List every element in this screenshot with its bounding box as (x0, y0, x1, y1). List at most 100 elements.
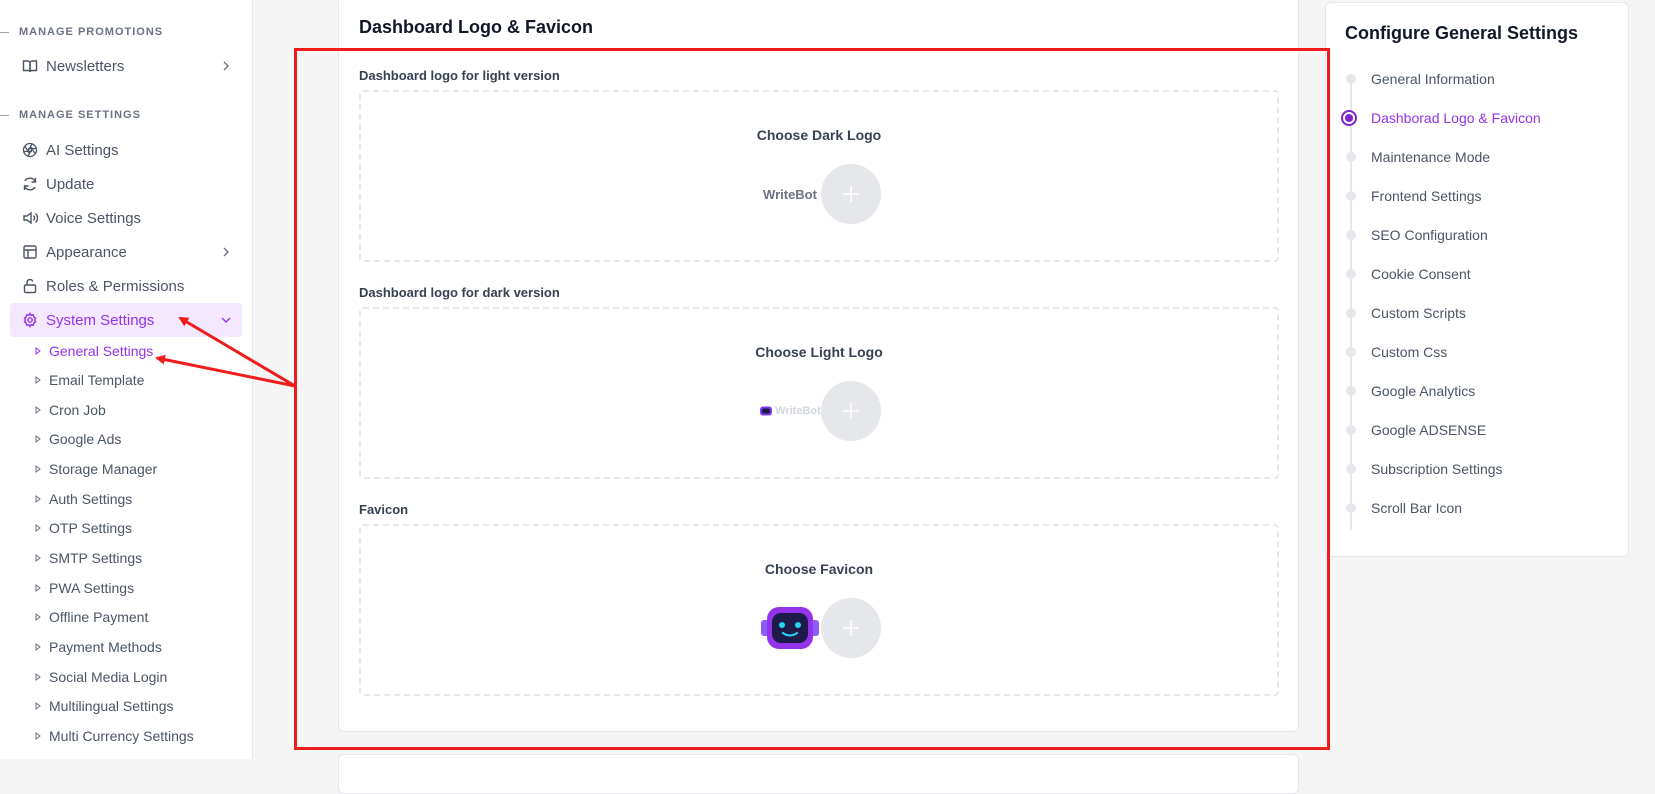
sidebar-subitem-label: General Settings (49, 343, 154, 359)
caret-right-icon (34, 524, 42, 532)
sidebar-subitem-storage-manager[interactable]: Storage Manager (34, 459, 157, 479)
sidebar-item-system-settings[interactable]: System Settings (10, 303, 242, 337)
section-heading-settings: MANAGE SETTINGS (19, 109, 141, 121)
dropzone-dark-logo[interactable]: Choose Dark Logo WriteBot (359, 90, 1279, 262)
sidebar-item-label: System Settings (46, 311, 155, 329)
step-link-subscription-settings[interactable]: Subscription Settings (1371, 459, 1503, 479)
step-link-scroll-bar-icon[interactable]: Scroll Bar Icon (1371, 498, 1462, 518)
refresh-icon (22, 176, 38, 192)
settings-steps-title: Configure General Settings (1345, 23, 1579, 43)
caret-right-icon (34, 643, 42, 651)
sidebar-subitem-label: Social Media Login (49, 669, 168, 685)
sidebar-item-voice-settings[interactable]: Voice Settings (10, 202, 242, 234)
sidebar-subitem-auth-settings[interactable]: Auth Settings (34, 489, 132, 509)
sidebar-subitem-label: Multilingual Settings (49, 698, 174, 714)
unlock-icon (22, 278, 38, 294)
choose-light-logo-label: Choose Light Logo (755, 344, 883, 360)
speaker-icon (22, 210, 38, 226)
step-dot-icon (1346, 464, 1356, 474)
aperture-icon (22, 142, 38, 158)
caret-right-icon (34, 554, 42, 562)
step-dot-icon (1346, 308, 1356, 318)
caret-right-icon (34, 613, 42, 621)
sidebar-item-label: Roles & Permissions (46, 277, 185, 295)
step-link-google-adsense[interactable]: Google ADSENSE (1371, 420, 1486, 440)
chevron-right-icon (220, 246, 232, 258)
step-link-google-analytics[interactable]: Google Analytics (1371, 381, 1475, 401)
caret-right-icon (34, 702, 42, 710)
step-dot-icon (1346, 269, 1356, 279)
sidebar-subitem-label: Google Ads (49, 431, 122, 447)
step-dot-icon (1346, 191, 1356, 201)
step-dot-icon (1346, 347, 1356, 357)
plus-icon (843, 620, 859, 636)
caret-right-icon (34, 584, 42, 592)
light-logo-preview: WriteBot (759, 391, 821, 431)
sidebar-subitem-offline-payment[interactable]: Offline Payment (34, 607, 148, 627)
caret-right-icon (34, 465, 42, 473)
add-light-logo-button[interactable] (821, 381, 881, 441)
step-link-cookie-consent[interactable]: Cookie Consent (1371, 264, 1471, 284)
dark-logo-preview: WriteBot (759, 174, 821, 214)
field-label-light-logo: Dashboard logo for light version (359, 68, 560, 83)
step-link-seo-configuration[interactable]: SEO Configuration (1371, 225, 1488, 245)
section-divider (0, 115, 9, 116)
sidebar-subitem-smtp-settings[interactable]: SMTP Settings (34, 548, 142, 568)
sidebar-item-appearance[interactable]: Appearance (10, 236, 242, 268)
step-dot-icon (1346, 425, 1356, 435)
sidebar-subitem-email-template[interactable]: Email Template (34, 370, 144, 390)
caret-right-icon (34, 406, 42, 414)
step-dot-icon (1346, 152, 1356, 162)
choose-favicon-label: Choose Favicon (764, 561, 874, 577)
sidebar-subitem-general-settings[interactable]: General Settings (34, 341, 153, 361)
plus-icon (843, 403, 859, 419)
chevron-right-icon (220, 60, 232, 72)
dropzone-favicon[interactable]: Choose Favicon (359, 524, 1279, 696)
next-card (338, 754, 1299, 794)
sidebar-subitem-label: SMTP Settings (49, 550, 143, 566)
logo-preview-text: WriteBot (775, 405, 821, 417)
add-favicon-button[interactable] (821, 598, 881, 658)
sidebar-item-label: Update (46, 175, 95, 193)
section-divider (0, 32, 9, 33)
steps-timeline (1350, 78, 1352, 530)
sidebar-item-label: Voice Settings (46, 209, 142, 227)
card-title: Dashboard Logo & Favicon (359, 17, 594, 37)
sidebar-item-ai-settings[interactable]: AI Settings (10, 134, 242, 166)
sidebar-subitem-label: Payment Methods (49, 639, 162, 655)
dropzone-light-logo[interactable]: Choose Light Logo WriteBot (359, 307, 1279, 479)
caret-right-icon (34, 732, 42, 740)
step-link-custom-scripts[interactable]: Custom Scripts (1371, 303, 1466, 323)
sidebar-item-label: AI Settings (46, 141, 119, 159)
add-dark-logo-button[interactable] (821, 164, 881, 224)
caret-right-icon (34, 495, 42, 503)
sidebar-subitem-cron-job[interactable]: Cron Job (34, 400, 106, 420)
sidebar-subitem-otp-settings[interactable]: OTP Settings (34, 518, 132, 538)
step-link-custom-css[interactable]: Custom Css (1371, 342, 1447, 362)
step-dot-icon (1346, 503, 1356, 513)
step-link-maintenance-mode[interactable]: Maintenance Mode (1371, 147, 1490, 167)
sidebar-subitem-label: Cron Job (49, 402, 106, 418)
sidebar-item-label: Newsletters (46, 57, 125, 75)
sidebar-subitem-multilingual-settings[interactable]: Multilingual Settings (34, 696, 174, 716)
sidebar-subitem-social-media-login[interactable]: Social Media Login (34, 667, 167, 687)
sidebar-subitem-google-ads[interactable]: Google Ads (34, 429, 121, 449)
field-label-dark-logo: Dashboard logo for dark version (359, 285, 560, 300)
favicon-preview (759, 607, 821, 649)
caret-right-icon (34, 376, 42, 384)
sidebar-subitem-label: Email Template (49, 372, 145, 388)
sidebar-item-update[interactable]: Update (10, 168, 242, 200)
sidebar-subitem-pwa-settings[interactable]: PWA Settings (34, 578, 134, 598)
sidebar-subitem-payment-methods[interactable]: Payment Methods (34, 637, 162, 657)
choose-dark-logo-label: Choose Dark Logo (756, 127, 882, 143)
sidebar-item-roles-permissions[interactable]: Roles & Permissions (10, 270, 242, 302)
step-link-dashborad-logo-favicon[interactable]: Dashborad Logo & Favicon (1371, 108, 1541, 128)
sidebar: MANAGE PROMOTIONS Newsletters MANAGE SET… (0, 0, 253, 759)
robot-favicon-icon (761, 607, 819, 649)
sidebar-item-newsletters[interactable]: Newsletters (10, 50, 242, 82)
logo-preview-text: WriteBot (763, 186, 817, 202)
sidebar-subitem-multi-currency-settings[interactable]: Multi Currency Settings (34, 726, 194, 746)
step-link-frontend-settings[interactable]: Frontend Settings (1371, 186, 1482, 206)
sidebar-subitem-label: OTP Settings (49, 520, 133, 536)
step-link-general-information[interactable]: General Information (1371, 69, 1495, 89)
